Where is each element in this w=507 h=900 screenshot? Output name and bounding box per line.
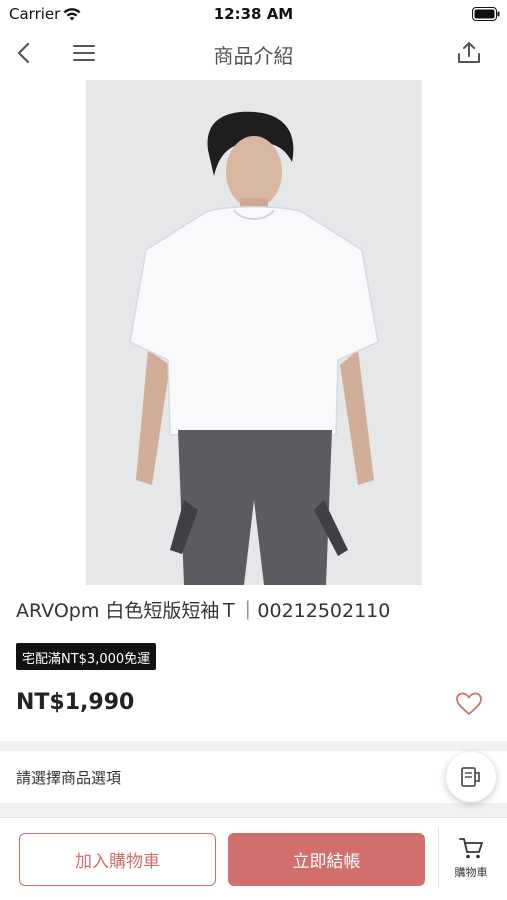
status-time: 12:38 AM (213, 5, 294, 23)
share-button[interactable] (451, 35, 487, 71)
shopping-cart-icon (459, 838, 483, 859)
add-to-cart-button[interactable]: 加入購物車 (19, 833, 216, 886)
section-divider (0, 803, 507, 817)
bar-divider (438, 828, 439, 888)
product-image[interactable] (86, 80, 422, 585)
status-bar: Carrier 12:38 AM (0, 0, 507, 30)
battery-icon (472, 7, 500, 21)
checkout-button[interactable]: 立即結帳 (228, 833, 425, 886)
floating-action-button[interactable] (446, 752, 496, 802)
section-divider (0, 741, 507, 751)
product-name: ARVOpm 白色短版短袖Ｔ｜00212502110 (16, 600, 391, 622)
product-options-row[interactable]: 請選擇商品選項 (0, 751, 507, 803)
cart-tab-label: 購物車 (454, 866, 488, 879)
product-model-illustration (86, 80, 422, 585)
heart-outline-icon (456, 692, 482, 715)
cart-tab-button[interactable]: 購物車 (444, 836, 498, 886)
mug-icon (461, 767, 480, 787)
navigation-bar: 商品介紹 (0, 30, 507, 76)
product-price: NT$1,990 (16, 690, 135, 715)
options-label: 請選擇商品選項 (16, 769, 122, 787)
share-upload-icon (458, 42, 480, 63)
favorite-button[interactable] (455, 691, 483, 717)
bottom-action-bar: 加入購物車 立即結帳 購物車 (0, 817, 507, 900)
page-title: 商品介紹 (213, 44, 294, 68)
free-shipping-badge: 宅配滿NT$3,000免運 (16, 643, 157, 670)
